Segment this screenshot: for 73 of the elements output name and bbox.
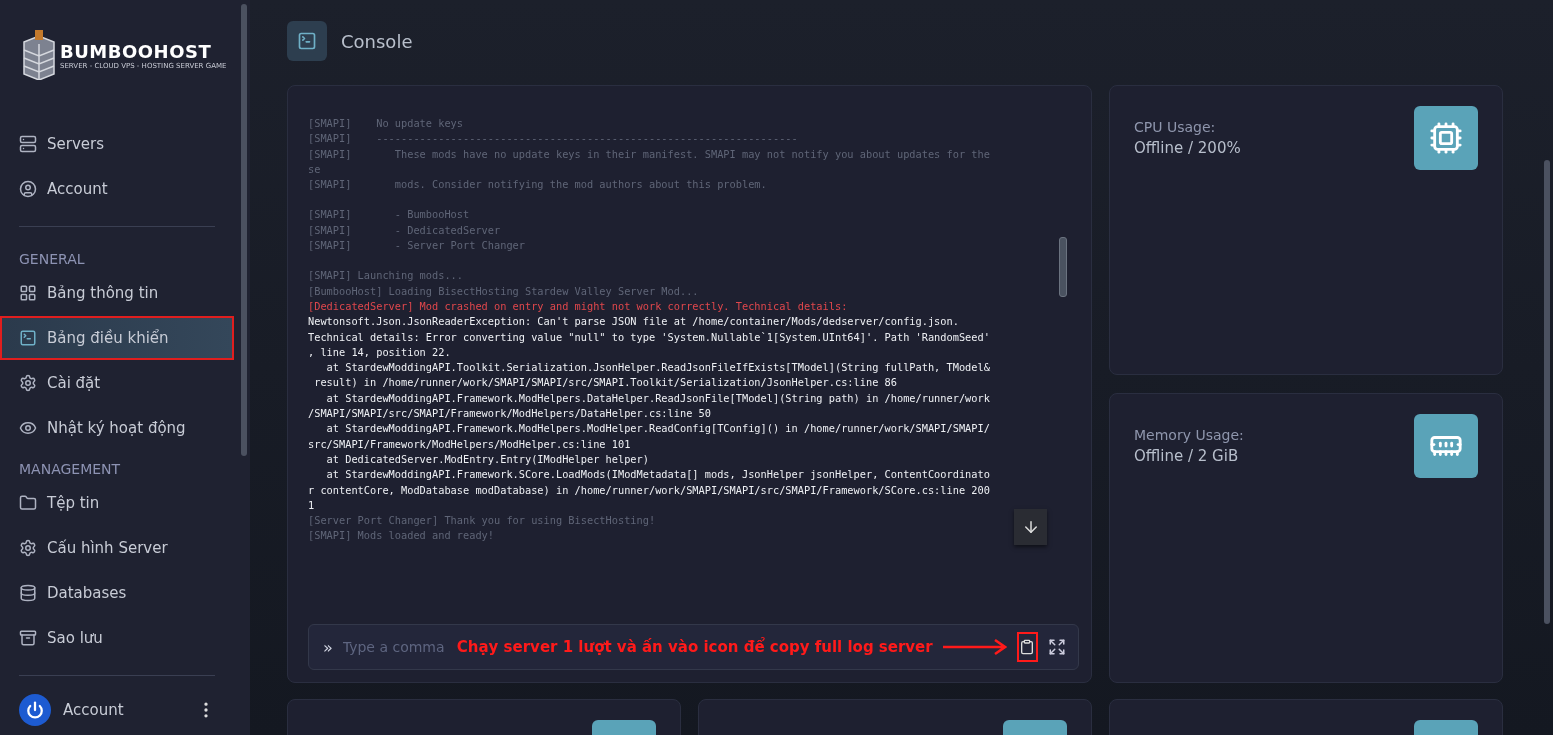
log-line: [SMAPI] Launching mods...: [308, 268, 463, 284]
log-line: [SMAPI] - DedicatedServer: [308, 222, 501, 238]
annotation-text: Chạy server 1 lượt và ấn vào icon để copy full log server: [456, 638, 933, 656]
nav-item[interactable]: Sao lưu: [2, 618, 232, 658]
log-line: at StardewModdingAPI.Framework.SCore.LoadMods(IModMetadata[] mods, JsonHelper jsonHelper, ContentCoordinato: [325, 467, 990, 483]
annotation-arrow: [942, 639, 1007, 655]
log-line: result) in /home/runner/work/SMAPI/SMAPI/src/SMAPI.Toolkit/Serialization/JsonHelper.cs:line 86: [313, 375, 897, 391]
prompt-glyph: »: [323, 637, 333, 657]
avatar[interactable]: [19, 694, 51, 726]
eye-icon: [19, 419, 37, 437]
log-line: [Server Port Changer] Thank you for using BisectHosting!: [308, 513, 656, 529]
log-line: [SMAPI] Mods loaded and ready!: [308, 528, 494, 544]
nav-item[interactable]: Nhật ký hoạt động: [2, 408, 232, 448]
grid-icon: [19, 284, 37, 302]
scrollbar[interactable]: [241, 4, 247, 456]
log-line: Technical details: Error converting value "null" to type 'System.Nullable`1[System.UInt64]'. Path 'RandomSeed': [308, 329, 990, 345]
stat-label: Memory Usage:: [1134, 426, 1244, 443]
log-line: [BumbooHost] Loading BisectHosting Stardew Valley Server Mod...: [308, 283, 699, 299]
nav-item[interactable]: Cài đặt: [2, 363, 232, 403]
brand-name: BUMBOOHOST: [60, 40, 213, 62]
log-line: src/SMAPI/Framework/ModHelpers/ModHelper.cs:line 101: [308, 436, 631, 452]
cpu-icon: [1414, 106, 1478, 170]
log-line: r contentCore, ModDatabase modDatabase) in /home/runner/work/SMAPI/SMAPI/src/SMAPI/Framework/SCore.cs:line 200: [308, 482, 990, 498]
archive-icon: [19, 629, 37, 647]
account-name[interactable]: Account: [63, 701, 184, 719]
log-line: [DedicatedServer] Mod crashed on entry and might not work correctly. Technical details:: [308, 298, 848, 314]
nav-item[interactable]: Databases: [2, 573, 232, 613]
terminal-icon: [287, 21, 327, 61]
log-line: Newtonsoft.Json.JsonReaderException: Can't parse JSON file at /home/container/Mods/dedserver/config.json.: [308, 314, 959, 330]
nav-item[interactable]: Account: [2, 169, 232, 209]
log-line: at StardewModdingAPI.Framework.ModHelpers.DataHelper.ReadJsonFile[TModel](String path) in /home/runner/work: [325, 390, 990, 406]
section-heading: MANAGEMENT: [18, 460, 122, 479]
command-input[interactable]: Type a comma: [342, 639, 447, 655]
log-line: at StardewModdingAPI.Toolkit.Serialization.JsonHelper.ReadJsonFileIfExists[TModel](String fullPath, TModel&: [325, 360, 990, 376]
folder-icon: [19, 494, 37, 512]
nav-item[interactable]: Servers: [2, 124, 232, 164]
log-line: /SMAPI/SMAPI/src/SMAPI/Framework/ModHelpers/DataHelper.cs:line 50: [308, 406, 711, 422]
settings-icon: [19, 539, 37, 557]
terminal-icon: [19, 329, 37, 347]
log-line: [SMAPI] - Server Port Changer: [308, 238, 525, 254]
stat-value: Offline / 200%: [1134, 139, 1241, 157]
nav-item[interactable]: Tệp tin: [2, 483, 232, 523]
user-circle-icon: [19, 180, 37, 198]
scrollbar[interactable]: [1059, 237, 1067, 297]
log-line: [SMAPI] These mods have no update keys in their manifest. SMAPI may not notify you about updates for the: [308, 146, 990, 162]
log-line: , line 14, position 22.: [308, 344, 451, 360]
log-line: se: [308, 161, 321, 177]
server-rack-logo-icon: [22, 30, 56, 80]
settings-icon: [19, 374, 37, 392]
page-title: Console: [341, 30, 413, 52]
database-icon: [19, 584, 37, 602]
stat-label: CPU Usage:: [1134, 119, 1217, 135]
nav-item[interactable]: Cấu hình Server: [2, 528, 232, 568]
log-line: [SMAPI] --------------------------------------------------------------------: [308, 131, 798, 147]
stat-value: Offline / 2 GiB: [1134, 446, 1240, 465]
log-line: at DedicatedServer.ModEntry.Entry(IModHelper helper): [325, 451, 649, 467]
expand-icon: [1048, 638, 1066, 656]
log-line: [SMAPI] - BumbooHost: [308, 207, 470, 223]
log-line: 1: [308, 497, 315, 513]
scroll-down-button[interactable]: [1014, 509, 1047, 545]
log-line: [SMAPI] mods. Consider notifying the mod authors about this problem.: [308, 177, 767, 193]
memory-icon: [1414, 413, 1478, 478]
clipboard-icon: [1019, 639, 1036, 655]
log-line: at StardewModdingAPI.Framework.ModHelpers.ModHelper.ReadConfig[TConfig]() in /home/runner/work/SMAPI/SMAPI/: [325, 421, 990, 437]
section-heading: GENERAL: [18, 250, 86, 269]
server-icon: [19, 135, 37, 153]
power-icon: [26, 701, 44, 719]
log-line: [SMAPI] No update keys: [308, 116, 463, 131]
scrollbar[interactable]: [1544, 160, 1550, 624]
nav-item[interactable]: Bảng điều khiển: [2, 318, 232, 358]
nav-item[interactable]: Bảng thông tin: [2, 273, 232, 313]
fullscreen-button[interactable]: [1048, 638, 1066, 656]
copy-button[interactable]: [1016, 632, 1038, 662]
